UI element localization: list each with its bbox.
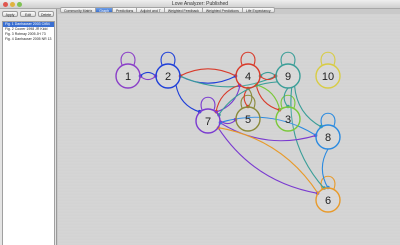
tab-life-expectancy[interactable]: Life Expectancy: [242, 7, 275, 13]
graph-node-2[interactable]: 2: [155, 63, 181, 89]
tab-community-matrix[interactable]: Community Matrix: [60, 7, 97, 13]
edge-8-to-6: [321, 148, 329, 189]
edge-4-to-2: [179, 68, 237, 77]
edge-2-to-1: [139, 71, 157, 77]
node-label: 2: [165, 71, 171, 83]
edge-6-to-7: [217, 127, 319, 194]
node-label: 7: [205, 116, 211, 128]
node-label: 9: [285, 71, 291, 83]
node-label: 5: [245, 114, 251, 126]
apply-button[interactable]: Apply: [2, 11, 18, 17]
graph-node-7[interactable]: 7: [195, 108, 221, 134]
delete-button[interactable]: Delete: [38, 11, 54, 17]
model-list-item[interactable]: Fig. 4 Danhauser 2005 NR 13: [3, 37, 54, 42]
self-loop-edge-10: [320, 51, 336, 66]
graph-node-6[interactable]: 6: [315, 187, 341, 213]
graph-node-4[interactable]: 4: [235, 63, 261, 89]
tab-weighted-predictions[interactable]: Weighted Predictions: [202, 7, 243, 13]
graph-node-1[interactable]: 1: [115, 63, 141, 89]
graph-canvas[interactable]: 1 2 4 9 10 7 5 3 8 6: [58, 14, 400, 245]
self-loop-edge-1: [120, 51, 136, 66]
app-window: Love Analyzer: Published Apply Edit Dele…: [0, 0, 400, 245]
edit-button[interactable]: Edit: [20, 11, 36, 17]
edge-4-to-7: [215, 84, 241, 113]
graph-node-5[interactable]: 5: [235, 106, 261, 132]
edge-7-to-4: [215, 84, 241, 113]
edge-9-to-3: [283, 87, 289, 108]
node-label: 3: [285, 114, 291, 126]
tab-graph[interactable]: Graph: [96, 7, 113, 13]
model-list[interactable]: Fig. 1 Danhauser 2003 Cit54 Fig. 2 Coore…: [2, 21, 55, 245]
node-label: 10: [322, 71, 334, 83]
edge-3-to-4: [256, 84, 281, 111]
edge-9-to-4: [259, 71, 277, 77]
edge-2-to-7: [175, 84, 201, 113]
node-label: 4: [245, 71, 251, 83]
self-loop-edge-8: [320, 112, 336, 127]
graph-node-10[interactable]: 10: [315, 63, 341, 89]
sidebar-toolbar: Apply Edit Delete: [2, 11, 54, 18]
tab-bar: Community Matrix Graph Predictions Adjoi…: [60, 7, 275, 13]
self-loop-edge-9: [280, 51, 296, 66]
signed-digraph: 1 2 4 9 10 7 5 3 8 6: [115, 51, 341, 213]
self-loop-edge-4: [240, 51, 256, 66]
graph-node-3[interactable]: 3: [275, 106, 301, 132]
edge-1-to-2: [139, 75, 157, 81]
node-label: 6: [325, 195, 331, 207]
tab-weighted-feedback[interactable]: Weighted Feedback: [164, 7, 203, 13]
node-label: 8: [325, 132, 331, 144]
tab-predictions[interactable]: Predictions: [112, 7, 138, 13]
graph-node-9[interactable]: 9: [275, 63, 301, 89]
edge-7-to-6: [217, 127, 319, 194]
node-label: 1: [125, 71, 131, 83]
edge-5-to-4: [247, 87, 253, 108]
self-loop-edge-2: [160, 51, 176, 66]
self-loop-edge-7: [200, 96, 216, 111]
edge-4-to-3: [255, 84, 280, 111]
graph-node-8[interactable]: 8: [315, 124, 341, 150]
sidebar: Apply Edit Delete Fig. 1 Danhauser 2003 …: [0, 9, 57, 245]
tab-adjoint[interactable]: Adjoint and T: [137, 7, 165, 13]
